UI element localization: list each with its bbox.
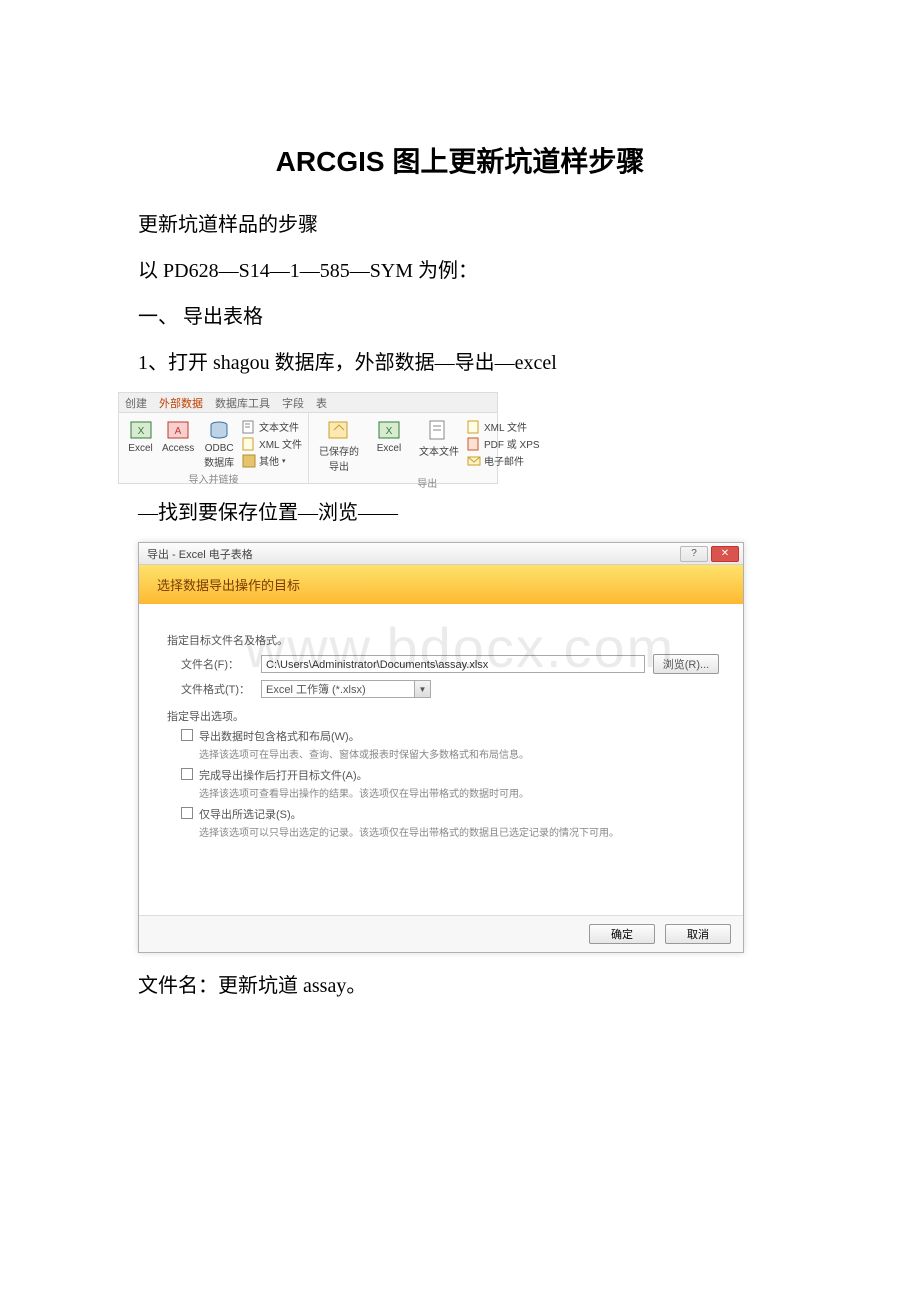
ribbon-saved-exports-label: 已保存的导出 [317,443,361,473]
ribbon-tab-fields[interactable]: 字段 [282,395,304,411]
svg-text:X: X [137,426,144,437]
ribbon-saved-exports[interactable]: 已保存的导出 [315,417,363,475]
option-row-2: 完成导出操作后打开目标文件(A)。 [181,767,719,783]
ribbon-export-xml-label: XML 文件 [484,419,527,434]
fileformat-combo[interactable]: Excel 工作簿 (*.xlsx) ▼ [261,680,431,698]
ribbon-import-excel[interactable]: X Excel [125,417,156,456]
xml-export-icon [467,420,481,434]
ribbon-import-access[interactable]: A Access [160,417,196,456]
ribbon-export-email[interactable]: 电子邮件 [467,453,540,468]
export-dialog: 导出 - Excel 电子表格 ? ✕ 选择数据导出操作的目标 指定目标文件名及… [138,542,744,953]
dialog-subheader: 选择数据导出操作的目标 [139,565,743,604]
paragraph-4: 1、打开 shagou 数据库，外部数据—导出—excel [138,346,820,380]
ribbon-import-xml[interactable]: XML 文件 [242,436,302,451]
fileformat-label: 文件格式(T)： [181,681,253,697]
dropdown-arrow-icon: ▾ [282,457,286,465]
section-target-label: 指定目标文件名及格式。 [167,632,719,648]
ribbon-tab-table[interactable]: 表 [316,395,327,411]
help-button[interactable]: ? [680,546,708,562]
ribbon-export-excel-label: Excel [377,443,401,454]
svg-text:X: X [386,426,393,437]
ribbon-group-export-label: 导出 [315,475,540,492]
option-2-sub: 选择该选项可查看导出操作的结果。该选项仅在导出带格式的数据时可用。 [199,785,719,800]
xml-icon [242,437,256,451]
option-3-main: 仅导出所选记录(S)。 [199,806,302,822]
ribbon-import-text-label: 文本文件 [259,419,299,434]
section-options-label: 指定导出选项。 [167,708,719,724]
option-row-3: 仅导出所选记录(S)。 [181,806,719,822]
textfile-icon [242,420,256,434]
ribbon-export-text-label: 文本文件 [419,443,459,458]
cancel-button[interactable]: 取消 [665,924,731,944]
ribbon-import-other[interactable]: 其他 ▾ [242,453,302,468]
ribbon-import-other-label: 其他 [259,453,279,468]
excel-export-icon: X [377,419,401,441]
database-icon [207,419,231,441]
paragraph-1: 更新坑道样品的步骤 [138,208,820,242]
fileformat-value: Excel 工作簿 (*.xlsx) [262,681,414,697]
checkbox-selected-only[interactable] [181,807,193,819]
browse-button[interactable]: 浏览(R)... [653,654,719,674]
saved-export-icon [327,419,351,441]
ribbon-export-excel[interactable]: X Excel [367,417,411,456]
dialog-title: 导出 - Excel 电子表格 [147,546,253,562]
textfile-export-icon [427,419,451,441]
ribbon-import-odbc-label: ODBC 数据库 [202,443,236,469]
option-row-1: 导出数据时包含格式和布局(W)。 [181,728,719,744]
ribbon-export-xml[interactable]: XML 文件 [467,419,540,434]
access-icon: A [166,419,190,441]
ribbon-export-text[interactable]: 文本文件 [415,417,463,460]
close-button[interactable]: ✕ [711,546,739,562]
ribbon-group-import-label: 导入并链接 [125,471,302,488]
paragraph-6: 文件名：更新坑道 assay。 [138,969,820,1003]
pdf-icon [467,437,481,451]
option-3-sub: 选择该选项可以只导出选定的记录。该选项仅在导出带格式的数据且已选定记录的情况下可… [199,824,719,839]
page-title: ARCGIS 图上更新坑道样步骤 [0,140,920,180]
option-2-main: 完成导出操作后打开目标文件(A)。 [199,767,368,783]
ribbon-tabstrip: 创建 外部数据 数据库工具 字段 表 [119,393,497,413]
paragraph-5: —找到要保存位置—浏览—— [138,496,820,530]
chevron-down-icon: ▼ [414,681,430,697]
email-icon [467,454,481,468]
ribbon-import-excel-label: Excel [128,443,152,454]
ribbon-tab-create[interactable]: 创建 [125,395,147,411]
checkbox-format-layout[interactable] [181,729,193,741]
ribbon-export-email-label: 电子邮件 [484,453,524,468]
excel-icon: X [129,419,153,441]
close-icon: ✕ [721,548,729,559]
ribbon-import-xml-label: XML 文件 [259,436,302,451]
checkbox-open-after[interactable] [181,768,193,780]
ribbon-import-access-label: Access [162,443,194,454]
ribbon-tab-db-tools[interactable]: 数据库工具 [215,395,270,411]
ribbon-import-text[interactable]: 文本文件 [242,419,302,434]
ribbon-export-pdf[interactable]: PDF 或 XPS [467,436,540,451]
paragraph-3: 一、 导出表格 [138,300,820,334]
ok-button[interactable]: 确定 [589,924,655,944]
ribbon-screenshot: 创建 外部数据 数据库工具 字段 表 X Excel A Access [118,392,498,484]
ribbon-import-odbc[interactable]: ODBC 数据库 [200,417,238,471]
option-1-sub: 选择该选项可在导出表、查询、窗体或报表时保留大多数格式和布局信息。 [199,746,719,761]
dialog-footer: 确定 取消 [139,915,743,952]
ribbon-export-pdf-label: PDF 或 XPS [484,436,540,451]
filename-input[interactable]: C:\Users\Administrator\Documents\assay.x… [261,655,645,673]
paragraph-2: 以 PD628—S14—1—585—SYM 为例： [138,254,820,288]
svg-text:A: A [175,426,182,437]
option-1-main: 导出数据时包含格式和布局(W)。 [199,728,360,744]
ribbon-tab-external-data[interactable]: 外部数据 [159,395,203,411]
dialog-titlebar: 导出 - Excel 电子表格 ? ✕ [139,543,743,565]
filename-label: 文件名(F)： [181,656,253,672]
more-icon [242,454,256,468]
